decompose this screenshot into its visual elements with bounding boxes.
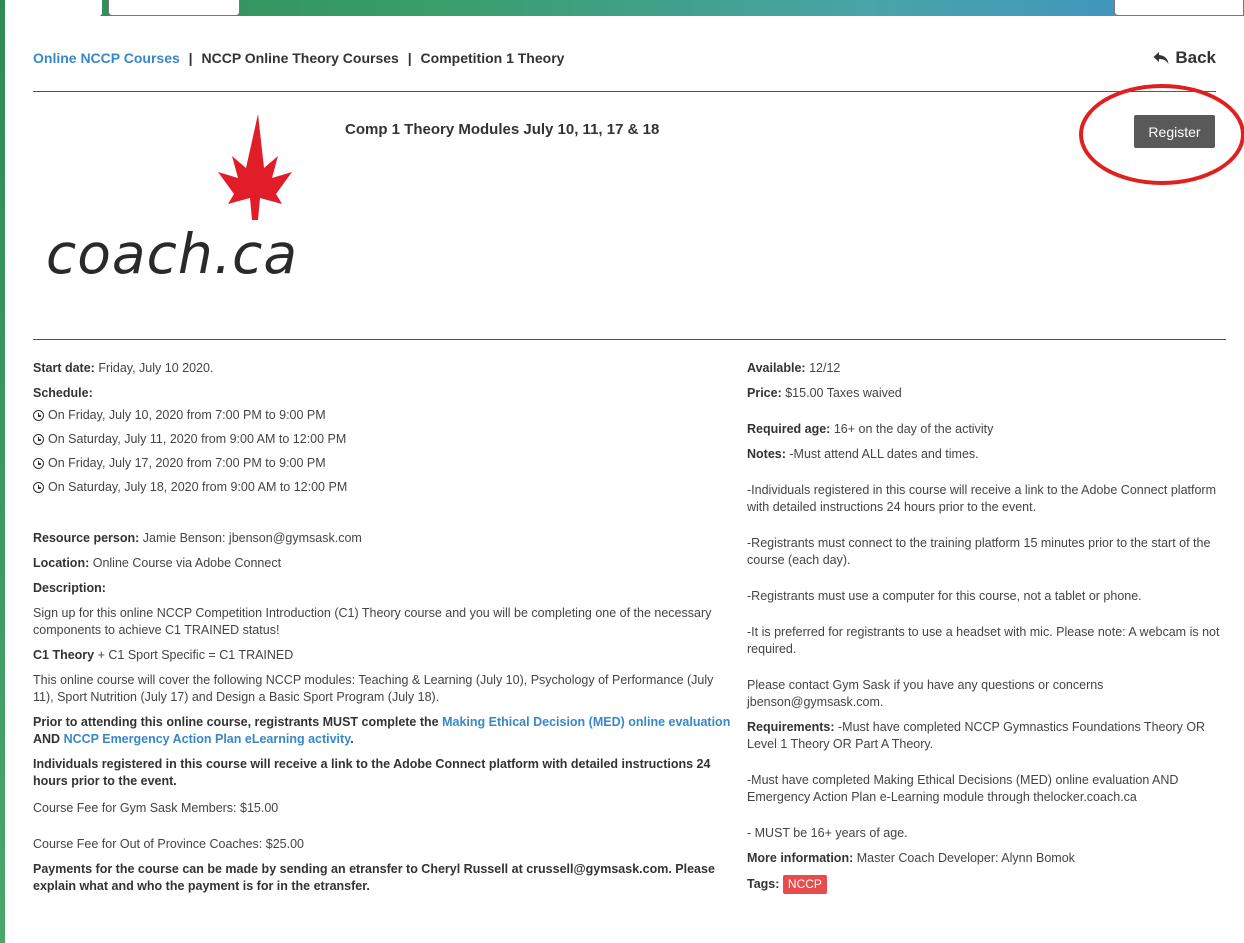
logo-wordmark: coach.ca <box>46 222 299 286</box>
location: Location: Online Course via Adobe Connec… <box>33 556 282 570</box>
description-paragraph: This online course will cover the follow… <box>33 673 714 704</box>
start-date-label: Start date: <box>33 361 95 375</box>
fee-members: Course Fee for Gym Sask Members: $15.00 <box>33 801 279 815</box>
breadcrumb-theory-courses: NCCP Online Theory Courses <box>201 50 399 66</box>
requirement-item: -Must have completed Making Ethical Deci… <box>747 773 1179 804</box>
requirement-item: - MUST be 16+ years of age. <box>747 826 908 840</box>
description-paragraph: Sign up for this online NCCP Competition… <box>33 606 712 637</box>
availability: Available: 12/12 <box>747 361 841 375</box>
coach-ca-logo: coach.ca <box>46 112 316 292</box>
top-tab[interactable] <box>1114 0 1244 16</box>
left-accent-border <box>0 0 5 943</box>
more-information: More information: Master Coach Developer… <box>747 851 1075 865</box>
description-label: Description: <box>33 581 106 595</box>
schedule-list: On Friday, July 10, 2020 from 7:00 PM to… <box>33 407 733 496</box>
reply-arrow-icon <box>1153 52 1169 64</box>
breadcrumb-separator: | <box>188 50 193 66</box>
start-date: Start date: Friday, July 10 2020. <box>33 360 733 377</box>
breadcrumb: Online NCCP Courses | NCCP Online Theory… <box>33 50 564 66</box>
fee-out-of-province: Course Fee for Out of Province Coaches: … <box>33 837 304 851</box>
tag-badge[interactable]: NCCP <box>782 875 827 894</box>
required-age: Required age: 16+ on the day of the acti… <box>747 422 994 436</box>
description-formula: C1 Theory + C1 Sport Specific = C1 TRAIN… <box>33 648 294 662</box>
breadcrumb-online-nccp-courses[interactable]: Online NCCP Courses <box>33 50 180 66</box>
payment-instructions: Payments for the course can be made by s… <box>33 862 715 893</box>
schedule-label: Schedule: <box>33 386 93 400</box>
med-evaluation-link[interactable]: Making Ethical Decision (MED) online eva… <box>442 715 730 729</box>
course-details-left: Start date: Friday, July 10 2020. Schedu… <box>33 360 733 895</box>
clock-icon <box>33 458 44 469</box>
maple-leaf-icon <box>218 114 292 220</box>
divider <box>33 339 1226 340</box>
clock-icon <box>33 482 44 493</box>
emergency-action-plan-link[interactable]: NCCP Emergency Action Plan eLearning act… <box>64 732 351 746</box>
top-tab[interactable] <box>108 0 240 16</box>
divider <box>33 91 1216 92</box>
top-tab[interactable] <box>2 0 102 16</box>
back-button[interactable]: Back <box>1153 48 1216 68</box>
adobe-connect-notice: Individuals registered in this course wi… <box>33 757 711 788</box>
breadcrumb-current: Competition 1 Theory <box>420 50 565 66</box>
note-item: -Individuals registered in this course w… <box>747 483 1216 514</box>
note-item: -Registrants must use a computer for thi… <box>747 589 1142 603</box>
price: Price: $15.00 Taxes waived <box>747 386 902 400</box>
prerequisite-notice: Prior to attending this online course, r… <box>33 715 731 746</box>
tags: Tags: NCCP <box>747 875 1225 894</box>
clock-icon <box>33 434 44 445</box>
schedule-item: On Friday, July 17, 2020 from 7:00 PM to… <box>33 455 733 472</box>
breadcrumb-separator: | <box>407 50 412 66</box>
note-item: -It is preferred for registrants to use … <box>747 625 1220 656</box>
requirements: Requirements: -Must have completed NCCP … <box>747 720 1206 751</box>
notes: Notes: -Must attend ALL dates and times. <box>747 447 979 461</box>
schedule-item: On Friday, July 10, 2020 from 7:00 PM to… <box>33 407 733 424</box>
note-item: Please contact Gym Sask if you have any … <box>747 678 1104 709</box>
highlight-circle-annotation <box>1079 84 1244 185</box>
schedule-item: On Saturday, July 11, 2020 from 9:00 AM … <box>33 431 733 448</box>
schedule-item: On Saturday, July 18, 2020 from 9:00 AM … <box>33 479 733 496</box>
back-label: Back <box>1175 48 1216 67</box>
note-item: -Registrants must connect to the trainin… <box>747 536 1211 567</box>
resource-person: Resource person: Jamie Benson: jbenson@g… <box>33 531 362 545</box>
clock-icon <box>33 410 44 421</box>
course-title: Comp 1 Theory Modules July 10, 11, 17 & … <box>345 121 660 138</box>
start-date-value: Friday, July 10 2020. <box>98 361 214 375</box>
course-details-right: Available: 12/12 Price: $15.00 Taxes wai… <box>747 360 1225 894</box>
